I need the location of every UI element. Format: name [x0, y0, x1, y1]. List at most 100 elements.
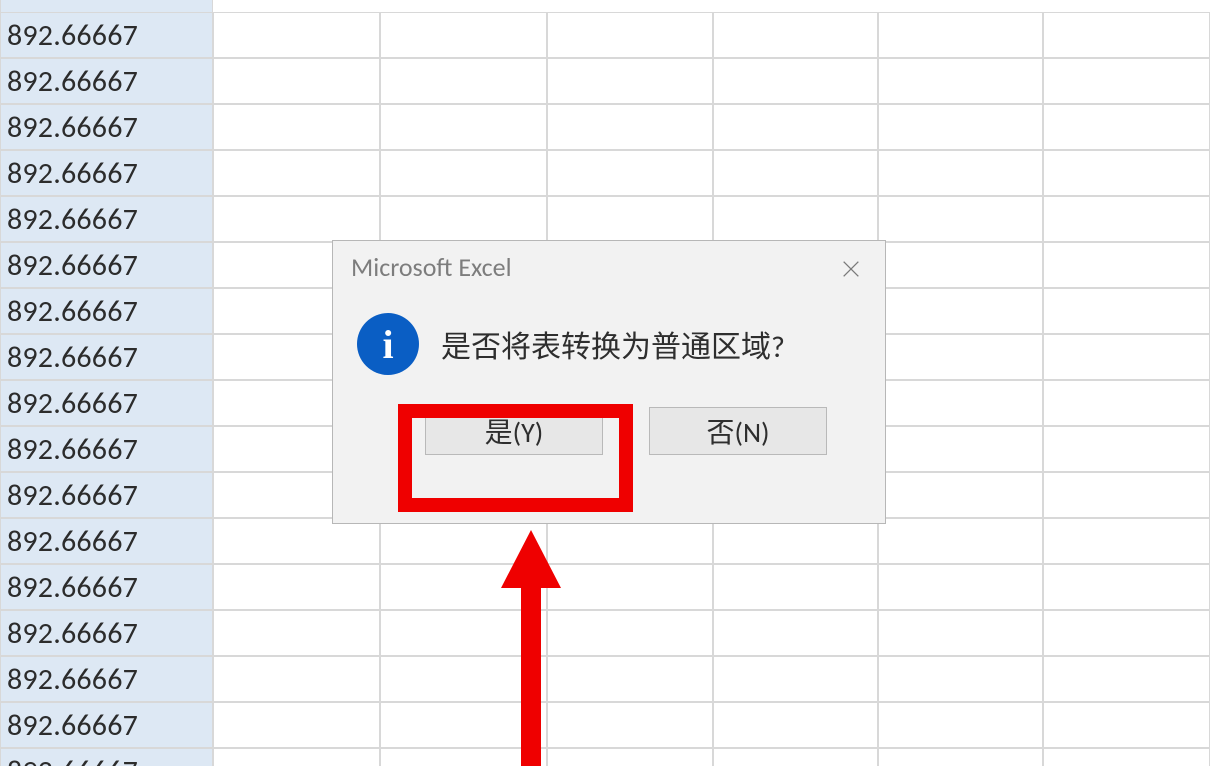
cell[interactable]	[713, 196, 878, 242]
dialog-title: Microsoft Excel	[333, 241, 885, 293]
cell[interactable]	[713, 58, 878, 104]
cell[interactable]	[878, 196, 1043, 242]
cell[interactable]	[380, 518, 547, 564]
cell[interactable]	[547, 12, 714, 58]
cell[interactable]	[713, 702, 878, 748]
cell[interactable]	[547, 104, 714, 150]
cell[interactable]	[878, 288, 1043, 334]
cell[interactable]	[1043, 242, 1210, 288]
cell[interactable]	[547, 196, 714, 242]
cell[interactable]	[213, 196, 380, 242]
cell[interactable]	[878, 426, 1043, 472]
cell[interactable]	[213, 748, 380, 766]
cell[interactable]	[713, 518, 878, 564]
cell-a[interactable]: 892.66667	[0, 564, 213, 610]
cell[interactable]	[380, 564, 547, 610]
cell[interactable]	[878, 242, 1043, 288]
cell[interactable]	[213, 12, 380, 58]
cell[interactable]	[213, 564, 380, 610]
cell[interactable]	[547, 702, 714, 748]
cell[interactable]	[1043, 426, 1210, 472]
cell-a[interactable]: 892.66667	[0, 380, 213, 426]
cell[interactable]	[1043, 472, 1210, 518]
yes-button[interactable]: 是(Y)	[425, 407, 603, 455]
cell[interactable]	[1043, 380, 1210, 426]
cell-a[interactable]: 892.66667	[0, 748, 213, 766]
cell[interactable]	[547, 58, 714, 104]
cell-a[interactable]: 892.66667	[0, 426, 213, 472]
cell[interactable]	[380, 656, 547, 702]
cell[interactable]	[547, 564, 714, 610]
cell[interactable]	[213, 656, 380, 702]
cell-a[interactable]: 892.66667	[0, 242, 213, 288]
cell[interactable]	[547, 150, 714, 196]
cell[interactable]	[878, 12, 1043, 58]
cell[interactable]	[1043, 656, 1210, 702]
cell-a[interactable]: 892.66667	[0, 472, 213, 518]
cell[interactable]	[213, 58, 380, 104]
cell[interactable]	[547, 656, 714, 702]
cell[interactable]	[1043, 12, 1210, 58]
cell-a[interactable]: 892.66667	[0, 610, 213, 656]
cell-a[interactable]: 892.66667	[0, 12, 213, 58]
cell[interactable]	[380, 196, 547, 242]
cell[interactable]	[713, 564, 878, 610]
cell[interactable]	[713, 104, 878, 150]
cell[interactable]	[1043, 58, 1210, 104]
cell-a[interactable]: 892.66667	[0, 702, 213, 748]
cell-a[interactable]: 892.66667	[0, 58, 213, 104]
cell[interactable]	[878, 748, 1043, 766]
cell[interactable]	[1043, 150, 1210, 196]
cell[interactable]	[713, 656, 878, 702]
cell[interactable]	[878, 380, 1043, 426]
cell[interactable]	[878, 104, 1043, 150]
cell[interactable]	[878, 472, 1043, 518]
dialog-close-button[interactable]	[831, 249, 871, 289]
cell[interactable]	[1043, 288, 1210, 334]
cell[interactable]	[213, 518, 380, 564]
convert-table-dialog: Microsoft Excel i 是否将表转换为普通区域? 是(Y) 否(N)	[332, 240, 886, 524]
cell[interactable]	[213, 104, 380, 150]
cell[interactable]	[380, 702, 547, 748]
cell-a[interactable]: 892.66667	[0, 656, 213, 702]
cell[interactable]	[878, 58, 1043, 104]
cell[interactable]	[1043, 334, 1210, 380]
cell-a[interactable]: 892.66667	[0, 288, 213, 334]
cell[interactable]	[713, 610, 878, 656]
cell[interactable]	[1043, 610, 1210, 656]
cell[interactable]	[878, 150, 1043, 196]
cell[interactable]	[878, 656, 1043, 702]
cell-a[interactable]: 892.66667	[0, 196, 213, 242]
cell[interactable]	[547, 518, 714, 564]
cell[interactable]	[878, 334, 1043, 380]
cell[interactable]	[713, 12, 878, 58]
cell-a[interactable]: 892.66667	[0, 104, 213, 150]
cell-a[interactable]: 892.66667	[0, 150, 213, 196]
cell[interactable]	[878, 518, 1043, 564]
cell[interactable]	[878, 610, 1043, 656]
cell[interactable]	[380, 104, 547, 150]
cell[interactable]	[878, 564, 1043, 610]
cell[interactable]	[380, 12, 547, 58]
cell[interactable]	[1043, 702, 1210, 748]
cell[interactable]	[1043, 196, 1210, 242]
cell[interactable]	[380, 610, 547, 656]
cell[interactable]	[878, 702, 1043, 748]
cell[interactable]	[380, 748, 547, 766]
cell[interactable]	[1043, 748, 1210, 766]
cell[interactable]	[713, 748, 878, 766]
cell[interactable]	[713, 150, 878, 196]
cell[interactable]	[213, 150, 380, 196]
cell[interactable]	[1043, 104, 1210, 150]
cell[interactable]	[1043, 564, 1210, 610]
cell[interactable]	[547, 748, 714, 766]
cell-a[interactable]: 892.66667	[0, 518, 213, 564]
cell[interactable]	[380, 58, 547, 104]
no-button[interactable]: 否(N)	[649, 407, 827, 455]
cell[interactable]	[1043, 518, 1210, 564]
cell[interactable]	[213, 610, 380, 656]
cell[interactable]	[380, 150, 547, 196]
cell-a[interactable]: 892.66667	[0, 334, 213, 380]
cell[interactable]	[213, 702, 380, 748]
cell[interactable]	[547, 610, 714, 656]
